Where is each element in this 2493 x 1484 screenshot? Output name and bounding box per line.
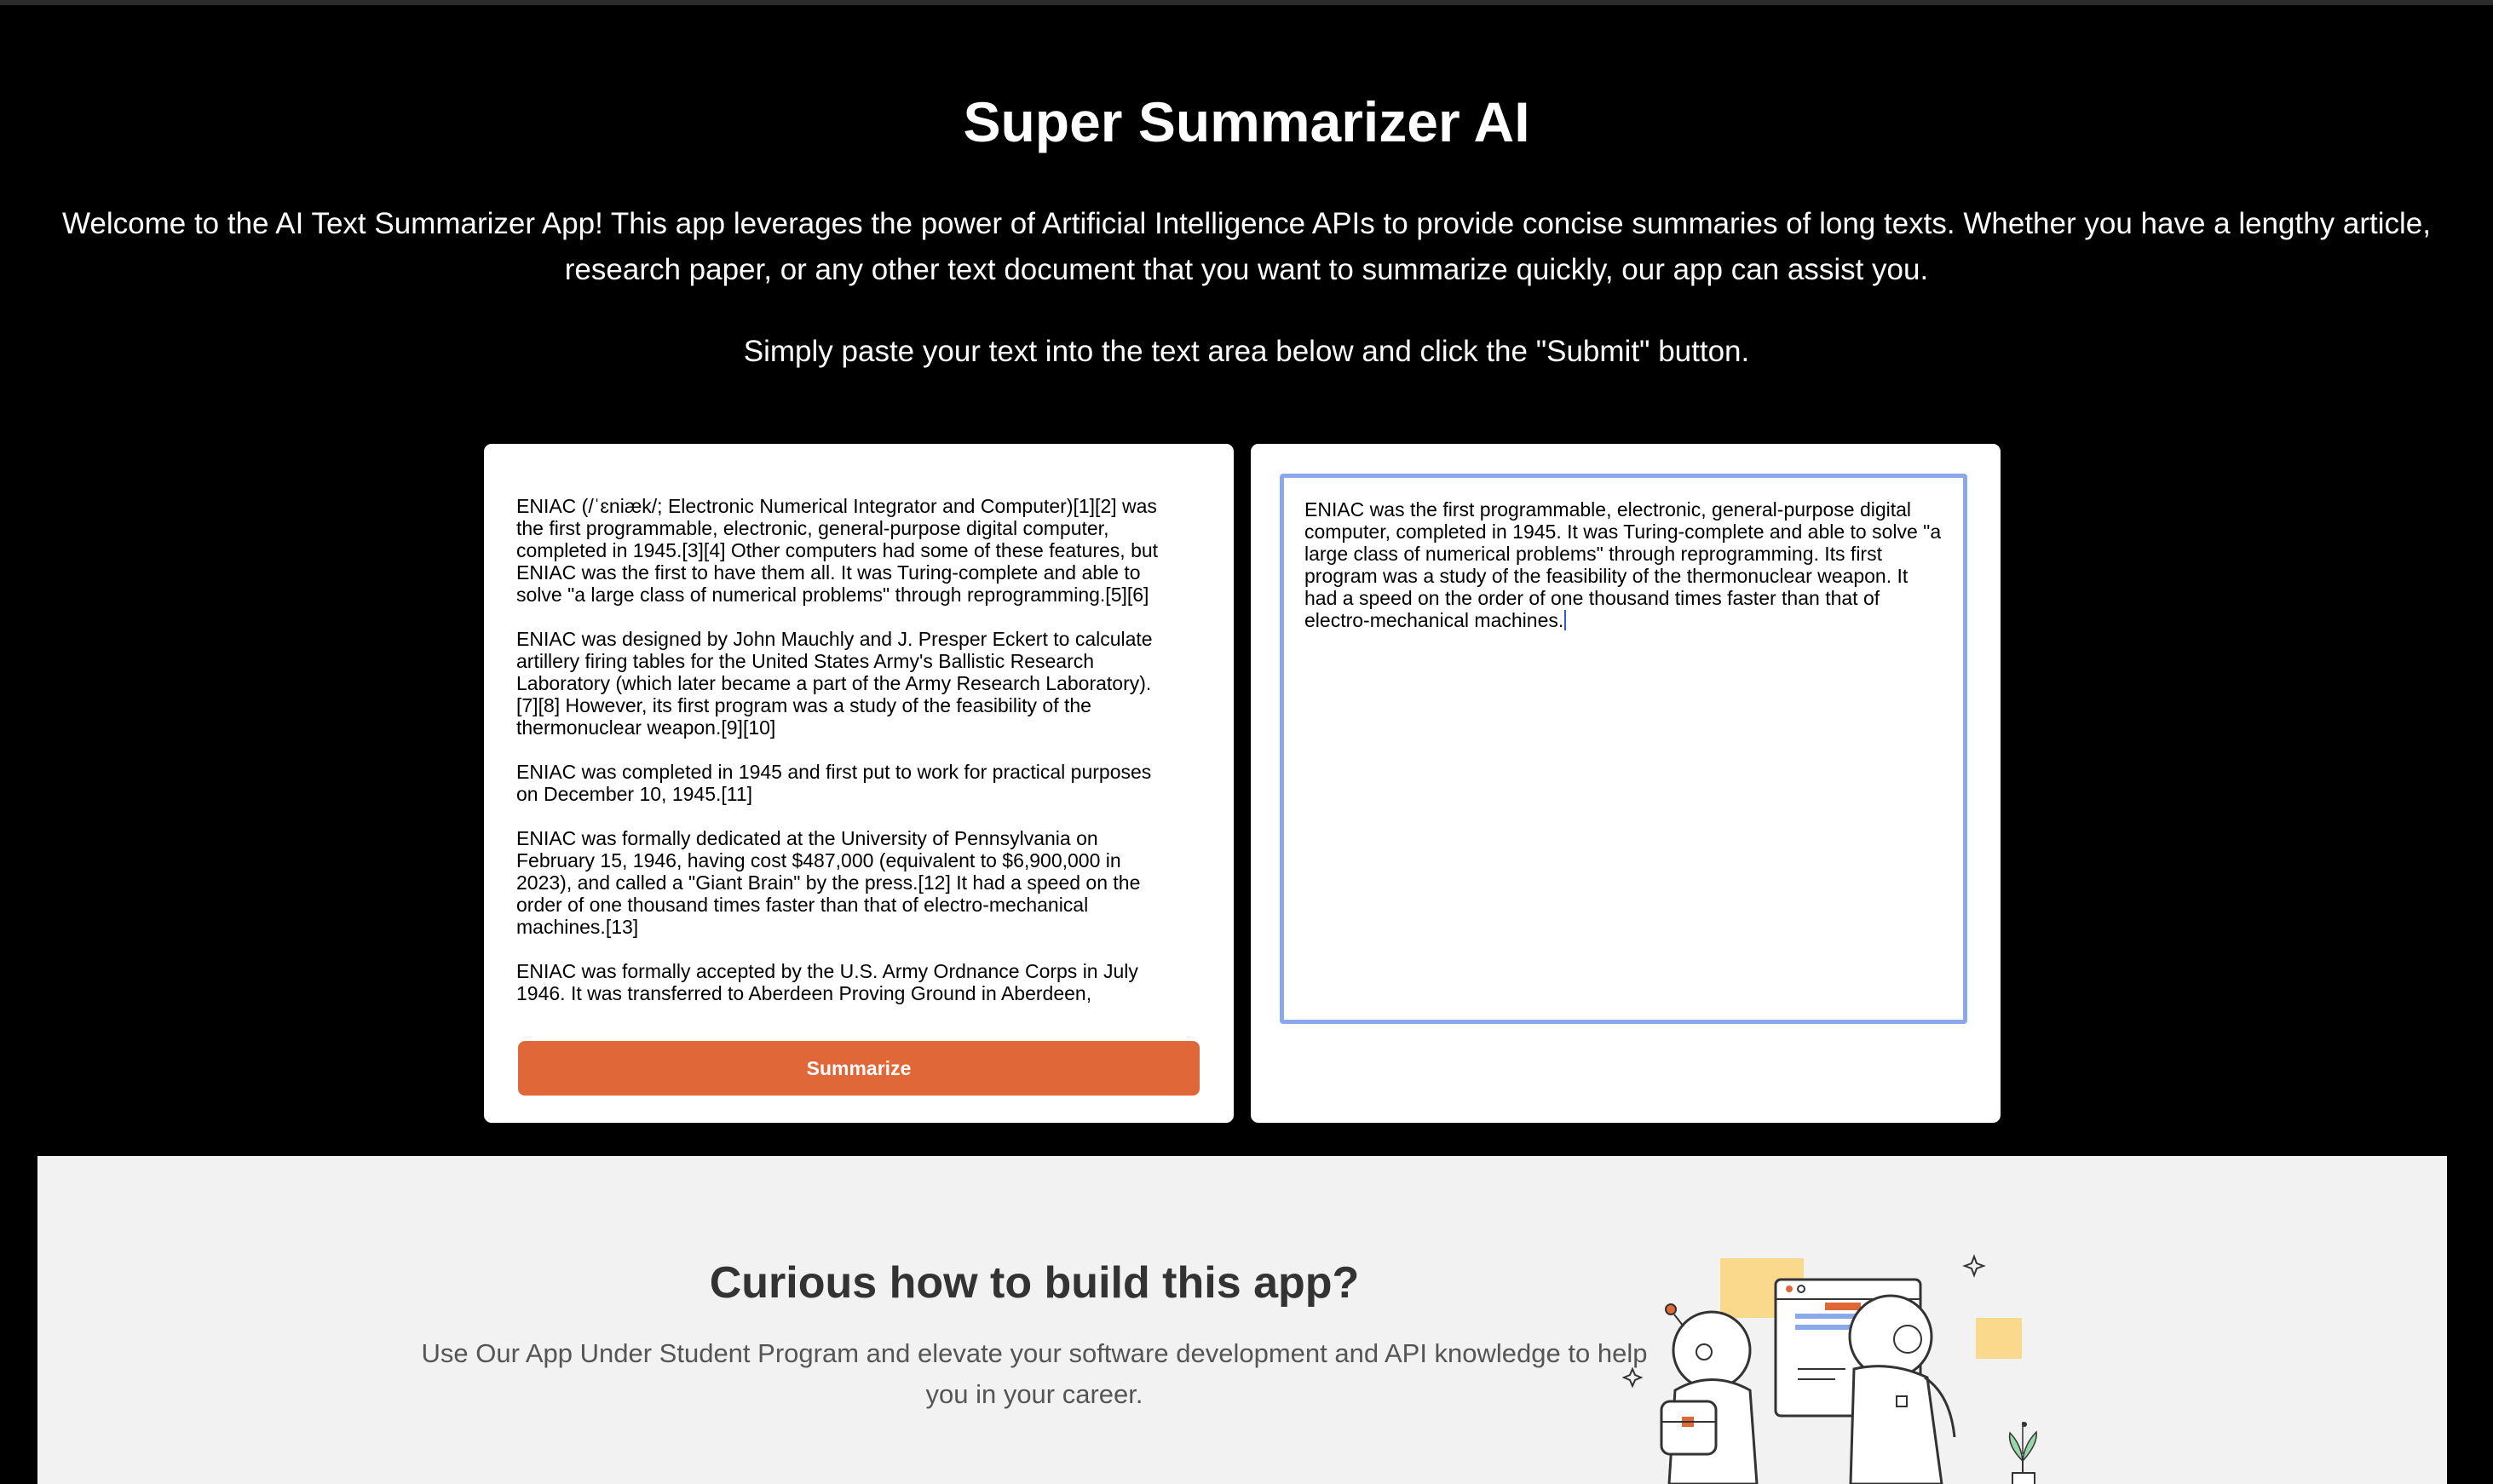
page-title: Super Summarizer AI [963, 90, 1530, 153]
promo-title: Curious how to build this app? [709, 1258, 1360, 1308]
instruction-text: Simply paste your text into the text are… [743, 335, 1750, 368]
input-paragraph: ENIAC was formally dedicated at the Univ… [516, 827, 1141, 938]
input-paragraph: ENIAC was formally accepted by the U.S. … [516, 960, 1138, 1004]
input-paragraph: ENIAC (/ˈɛniæk/; Electronic Numerical In… [516, 495, 1159, 606]
text-caret [1564, 610, 1567, 630]
promo-section: Curious how to build this app? Use Our A… [37, 1156, 2447, 1484]
intro-text: Welcome to the AI Text Summarizer App! T… [61, 207, 2431, 286]
input-panel: ENIAC (/ˈɛniæk/; Electronic Numerical In… [484, 444, 1234, 1123]
output-panel: ENIAC was the first programmable, electr… [1251, 444, 2001, 1123]
window-top-strip [0, 0, 2493, 5]
summarize-button[interactable]: Summarize [518, 1041, 1200, 1096]
summary-textarea[interactable]: ENIAC was the first programmable, electr… [1280, 474, 1967, 1024]
input-textarea[interactable]: ENIAC (/ˈɛniæk/; Electronic Numerical In… [516, 495, 1168, 1015]
astronaut-illustration [1622, 1254, 2037, 1484]
input-paragraph: ENIAC was completed in 1945 and first pu… [516, 761, 1152, 805]
input-paragraph: ENIAC was designed by John Mauchly and J… [516, 628, 1153, 739]
summary-text: ENIAC was the first programmable, electr… [1304, 498, 1942, 631]
promo-text: Use Our App Under Student Program and el… [421, 1338, 1648, 1409]
